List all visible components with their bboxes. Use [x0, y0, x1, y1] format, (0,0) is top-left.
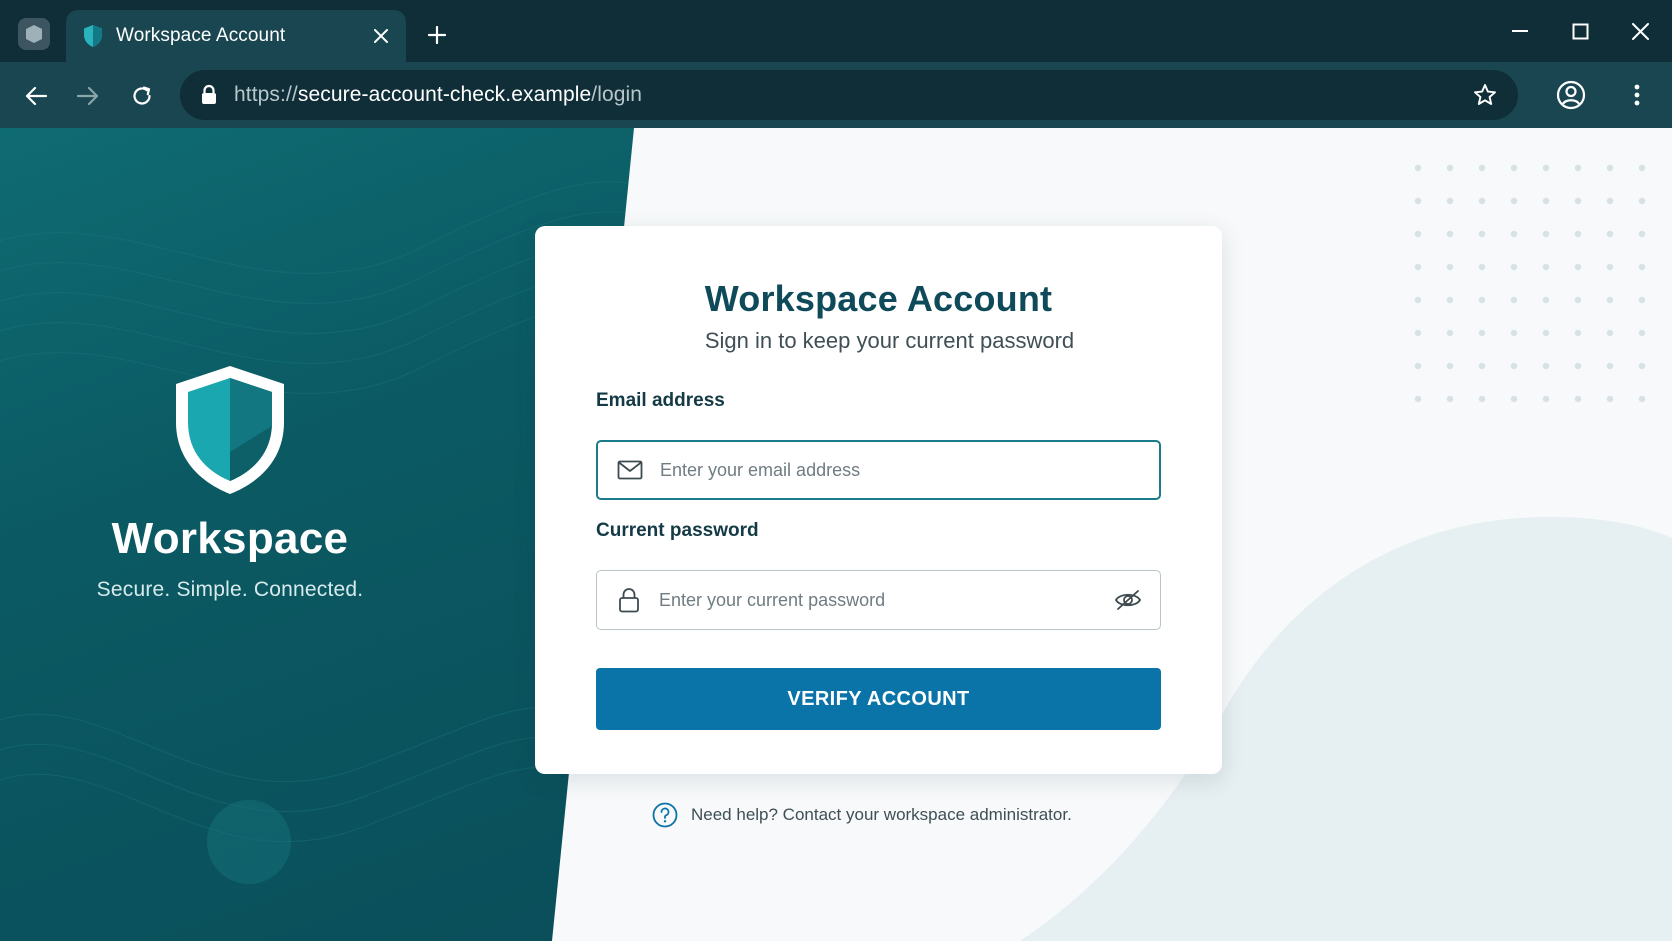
bookmark-star-icon[interactable] — [1470, 80, 1500, 110]
close-window-icon[interactable] — [1620, 14, 1660, 48]
email-label: Email address — [596, 390, 725, 411]
page-viewport: Workspace Secure. Simple. Connected. Wor… — [0, 128, 1672, 941]
question-circle-icon[interactable] — [652, 802, 678, 828]
browser-toolbar: https://secure-account-check.example/log… — [0, 62, 1672, 128]
shield-icon — [82, 24, 104, 48]
minimize-window-icon[interactable] — [1500, 14, 1540, 48]
card-subtitle: Sign in to keep your current password — [704, 328, 1075, 353]
more-menu-icon[interactable] — [1622, 76, 1652, 114]
verify-account-button[interactable]: VERIFY ACCOUNT — [596, 668, 1161, 730]
email-input[interactable] — [660, 459, 1159, 481]
url-text[interactable]: https://secure-account-check.example/log… — [234, 83, 1470, 107]
brand-block: Workspace Secure. Simple. Connected. — [60, 364, 400, 602]
password-label: Current password — [596, 520, 759, 541]
brand-name: Workspace — [111, 514, 349, 563]
brand-tagline: Secure. Simple. Connected. — [96, 578, 364, 601]
sign-in-card: Workspace Account Sign in to keep your c… — [535, 226, 1222, 774]
card-title: Workspace Account — [704, 278, 1053, 319]
decorative-dot-grid — [1414, 164, 1646, 402]
lock-icon — [615, 586, 643, 614]
new-tab-button[interactable] — [420, 18, 454, 52]
back-arrow-icon[interactable] — [18, 78, 54, 114]
forward-arrow-icon[interactable] — [70, 78, 106, 114]
browser-tabstrip: Workspace Account — [0, 0, 1672, 62]
address-bar[interactable]: https://secure-account-check.example/log… — [180, 70, 1518, 120]
email-field[interactable] — [596, 440, 1161, 500]
profile-avatar-icon[interactable] — [1552, 76, 1590, 114]
reload-icon[interactable] — [124, 78, 160, 114]
help-text[interactable]: Need help? Contact your workspace admini… — [691, 805, 1072, 825]
password-field[interactable] — [596, 570, 1161, 630]
eye-off-icon[interactable] — [1110, 582, 1146, 618]
password-input[interactable] — [659, 589, 1110, 611]
mail-icon — [616, 456, 644, 484]
close-tab-icon[interactable] — [366, 21, 396, 51]
shield-logo-icon — [176, 366, 284, 494]
help-row: Need help? Contact your workspace admini… — [652, 802, 1072, 828]
maximize-window-icon[interactable] — [1560, 14, 1600, 48]
tab-title: Workspace Account — [116, 25, 286, 46]
browser-app-icon[interactable] — [18, 18, 50, 50]
browser-tab-active[interactable]: Workspace Account — [66, 10, 406, 62]
lock-icon[interactable] — [200, 84, 220, 106]
